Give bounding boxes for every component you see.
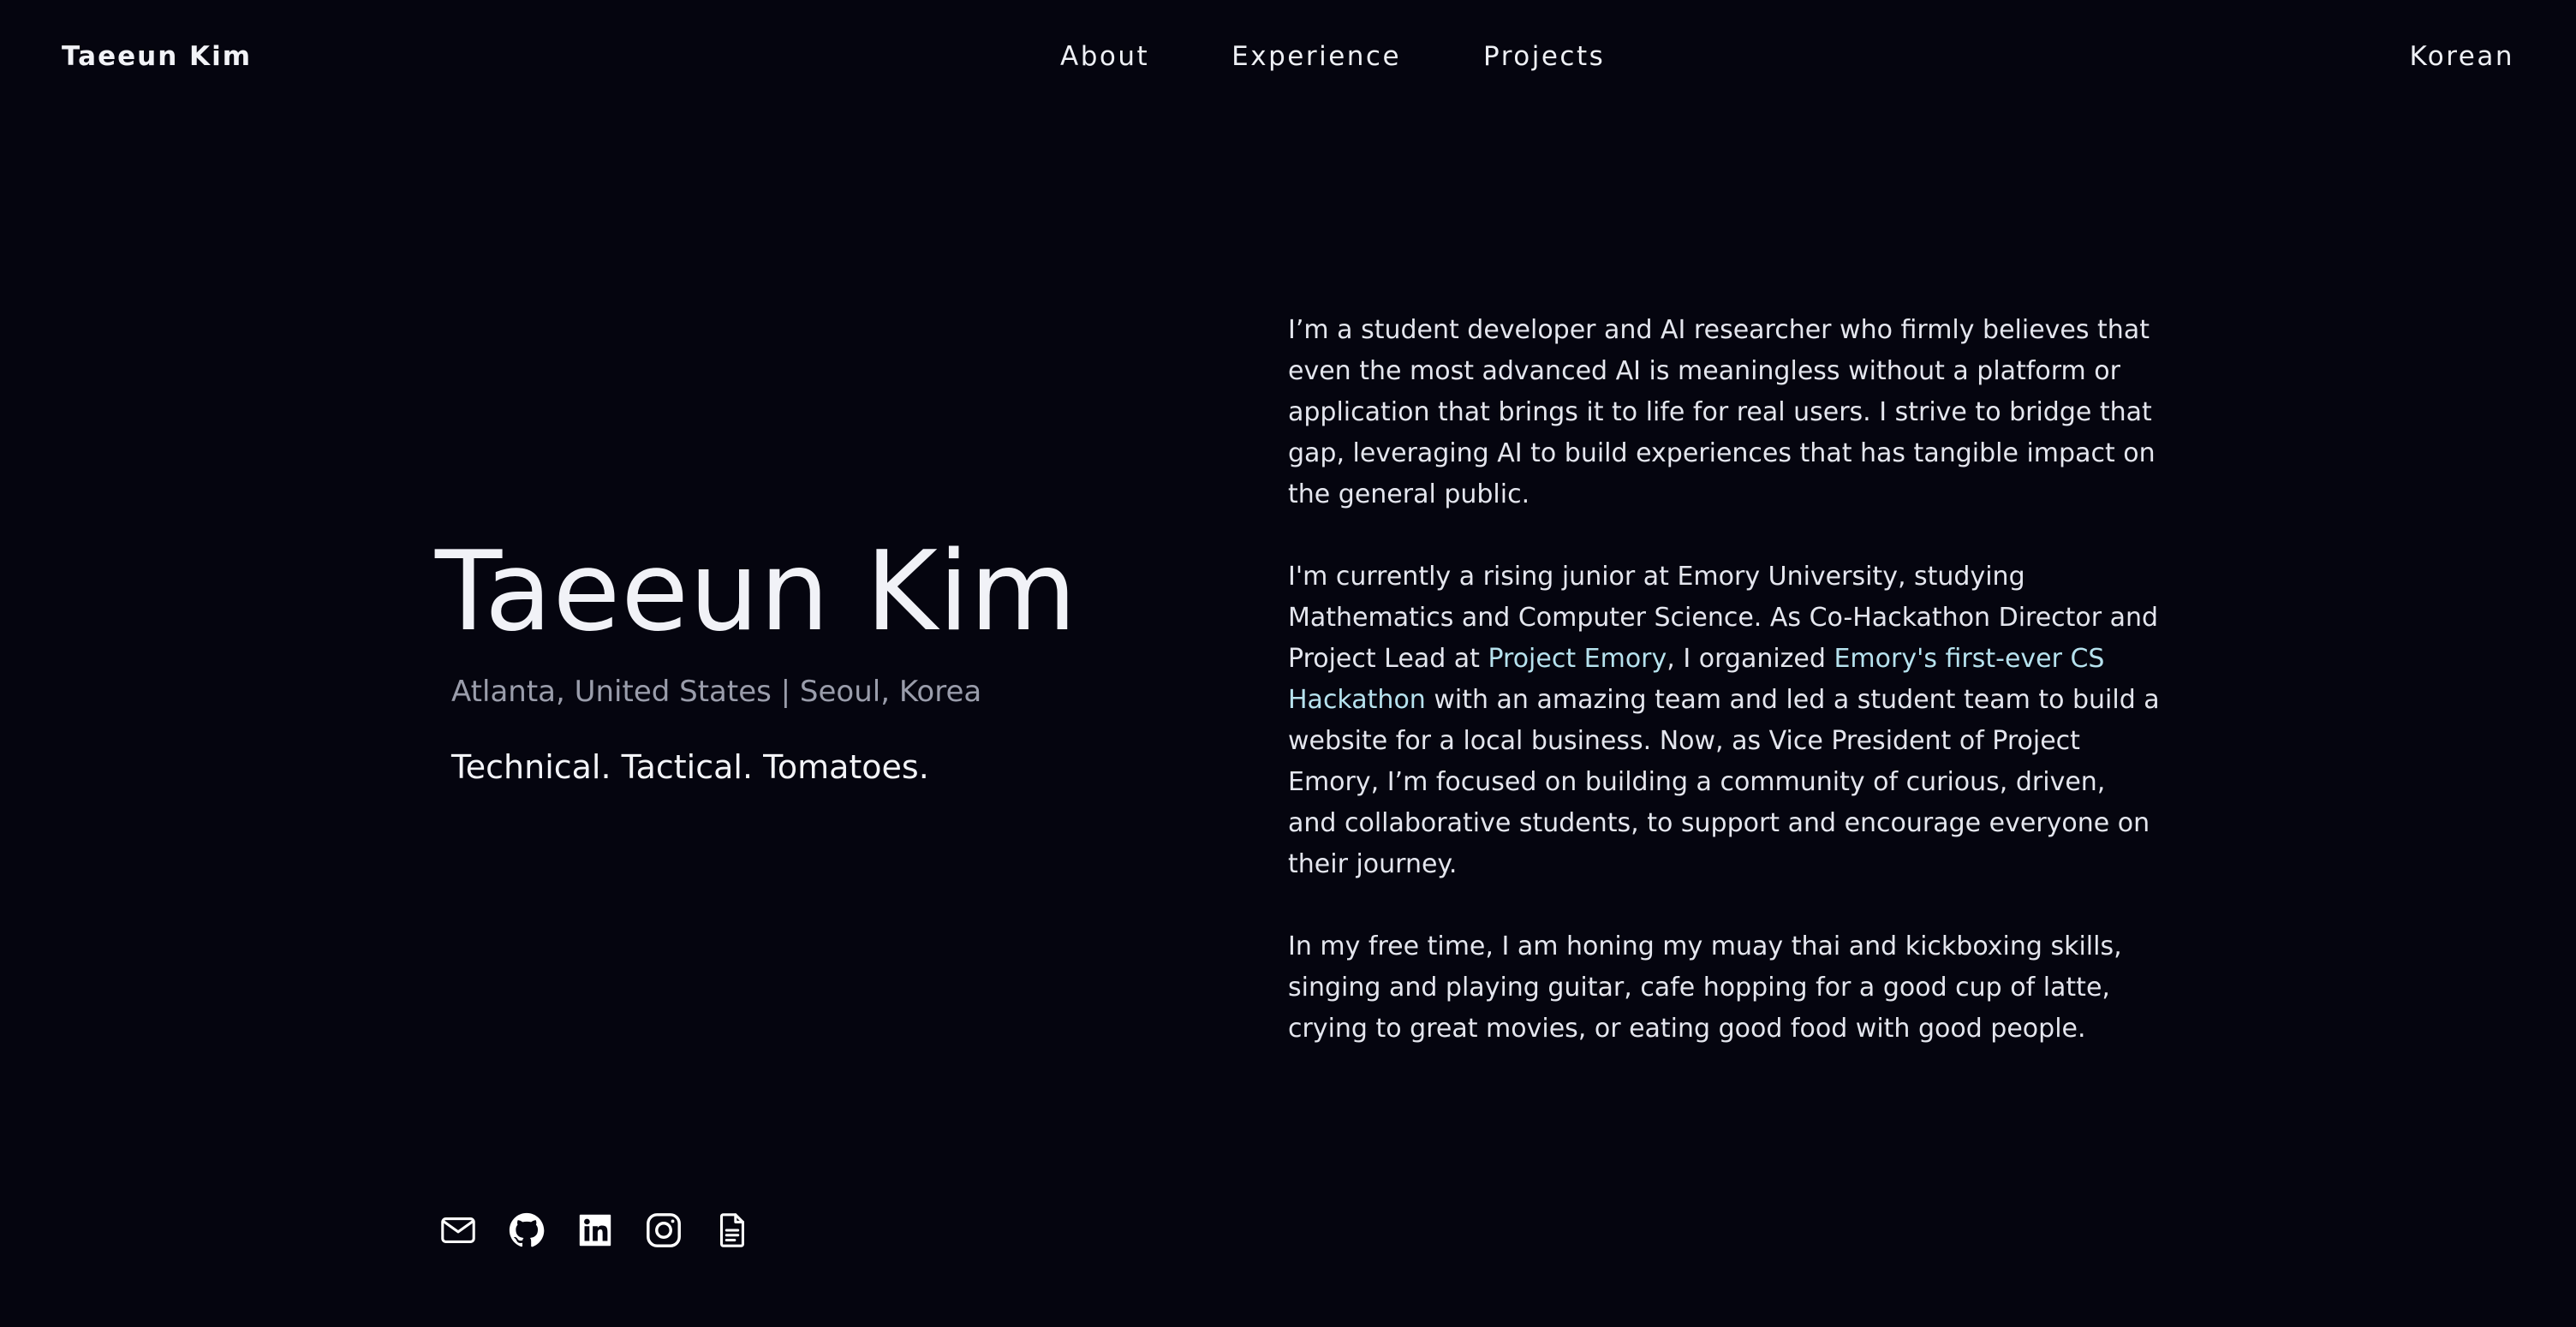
top-navbar: Taeeun Kim About Experience Projects Kor… <box>0 0 2576 120</box>
social-links <box>438 1211 752 1250</box>
mail-icon[interactable] <box>438 1211 478 1250</box>
about-paragraph-3: In my free time, I am honing my muay tha… <box>1288 931 2122 1044</box>
nav-link-experience[interactable]: Experience <box>1231 41 1401 72</box>
github-icon[interactable] <box>507 1211 546 1250</box>
project-emory-link[interactable]: Project Emory <box>1488 644 1667 674</box>
resume-document-icon[interactable] <box>713 1211 752 1250</box>
about-paragraph-2: I'm currently a rising junior at Emory U… <box>1288 556 2162 885</box>
hero-tagline: Technical. Tactical. Tomatoes. <box>451 748 929 786</box>
hero-location: Atlanta, United States | Seoul, Korea <box>451 675 982 709</box>
about-paragraph-1: I’m a student developer and AI researche… <box>1288 315 2156 509</box>
linkedin-icon[interactable] <box>575 1211 615 1250</box>
hero-name-heading: Taeeun Kim <box>435 528 1078 656</box>
about-paragraph-2-text-b: , I organized <box>1667 644 1834 674</box>
brand-logo-link[interactable]: Taeeun Kim <box>62 41 252 72</box>
language-toggle-link[interactable]: Korean <box>2409 41 2514 72</box>
nav-links: About Experience Projects <box>1060 41 1605 72</box>
about-section: I’m a student developer and AI researche… <box>1288 310 2162 1091</box>
nav-link-projects[interactable]: Projects <box>1483 41 1605 72</box>
nav-link-about[interactable]: About <box>1060 41 1149 72</box>
instagram-icon[interactable] <box>644 1211 683 1250</box>
